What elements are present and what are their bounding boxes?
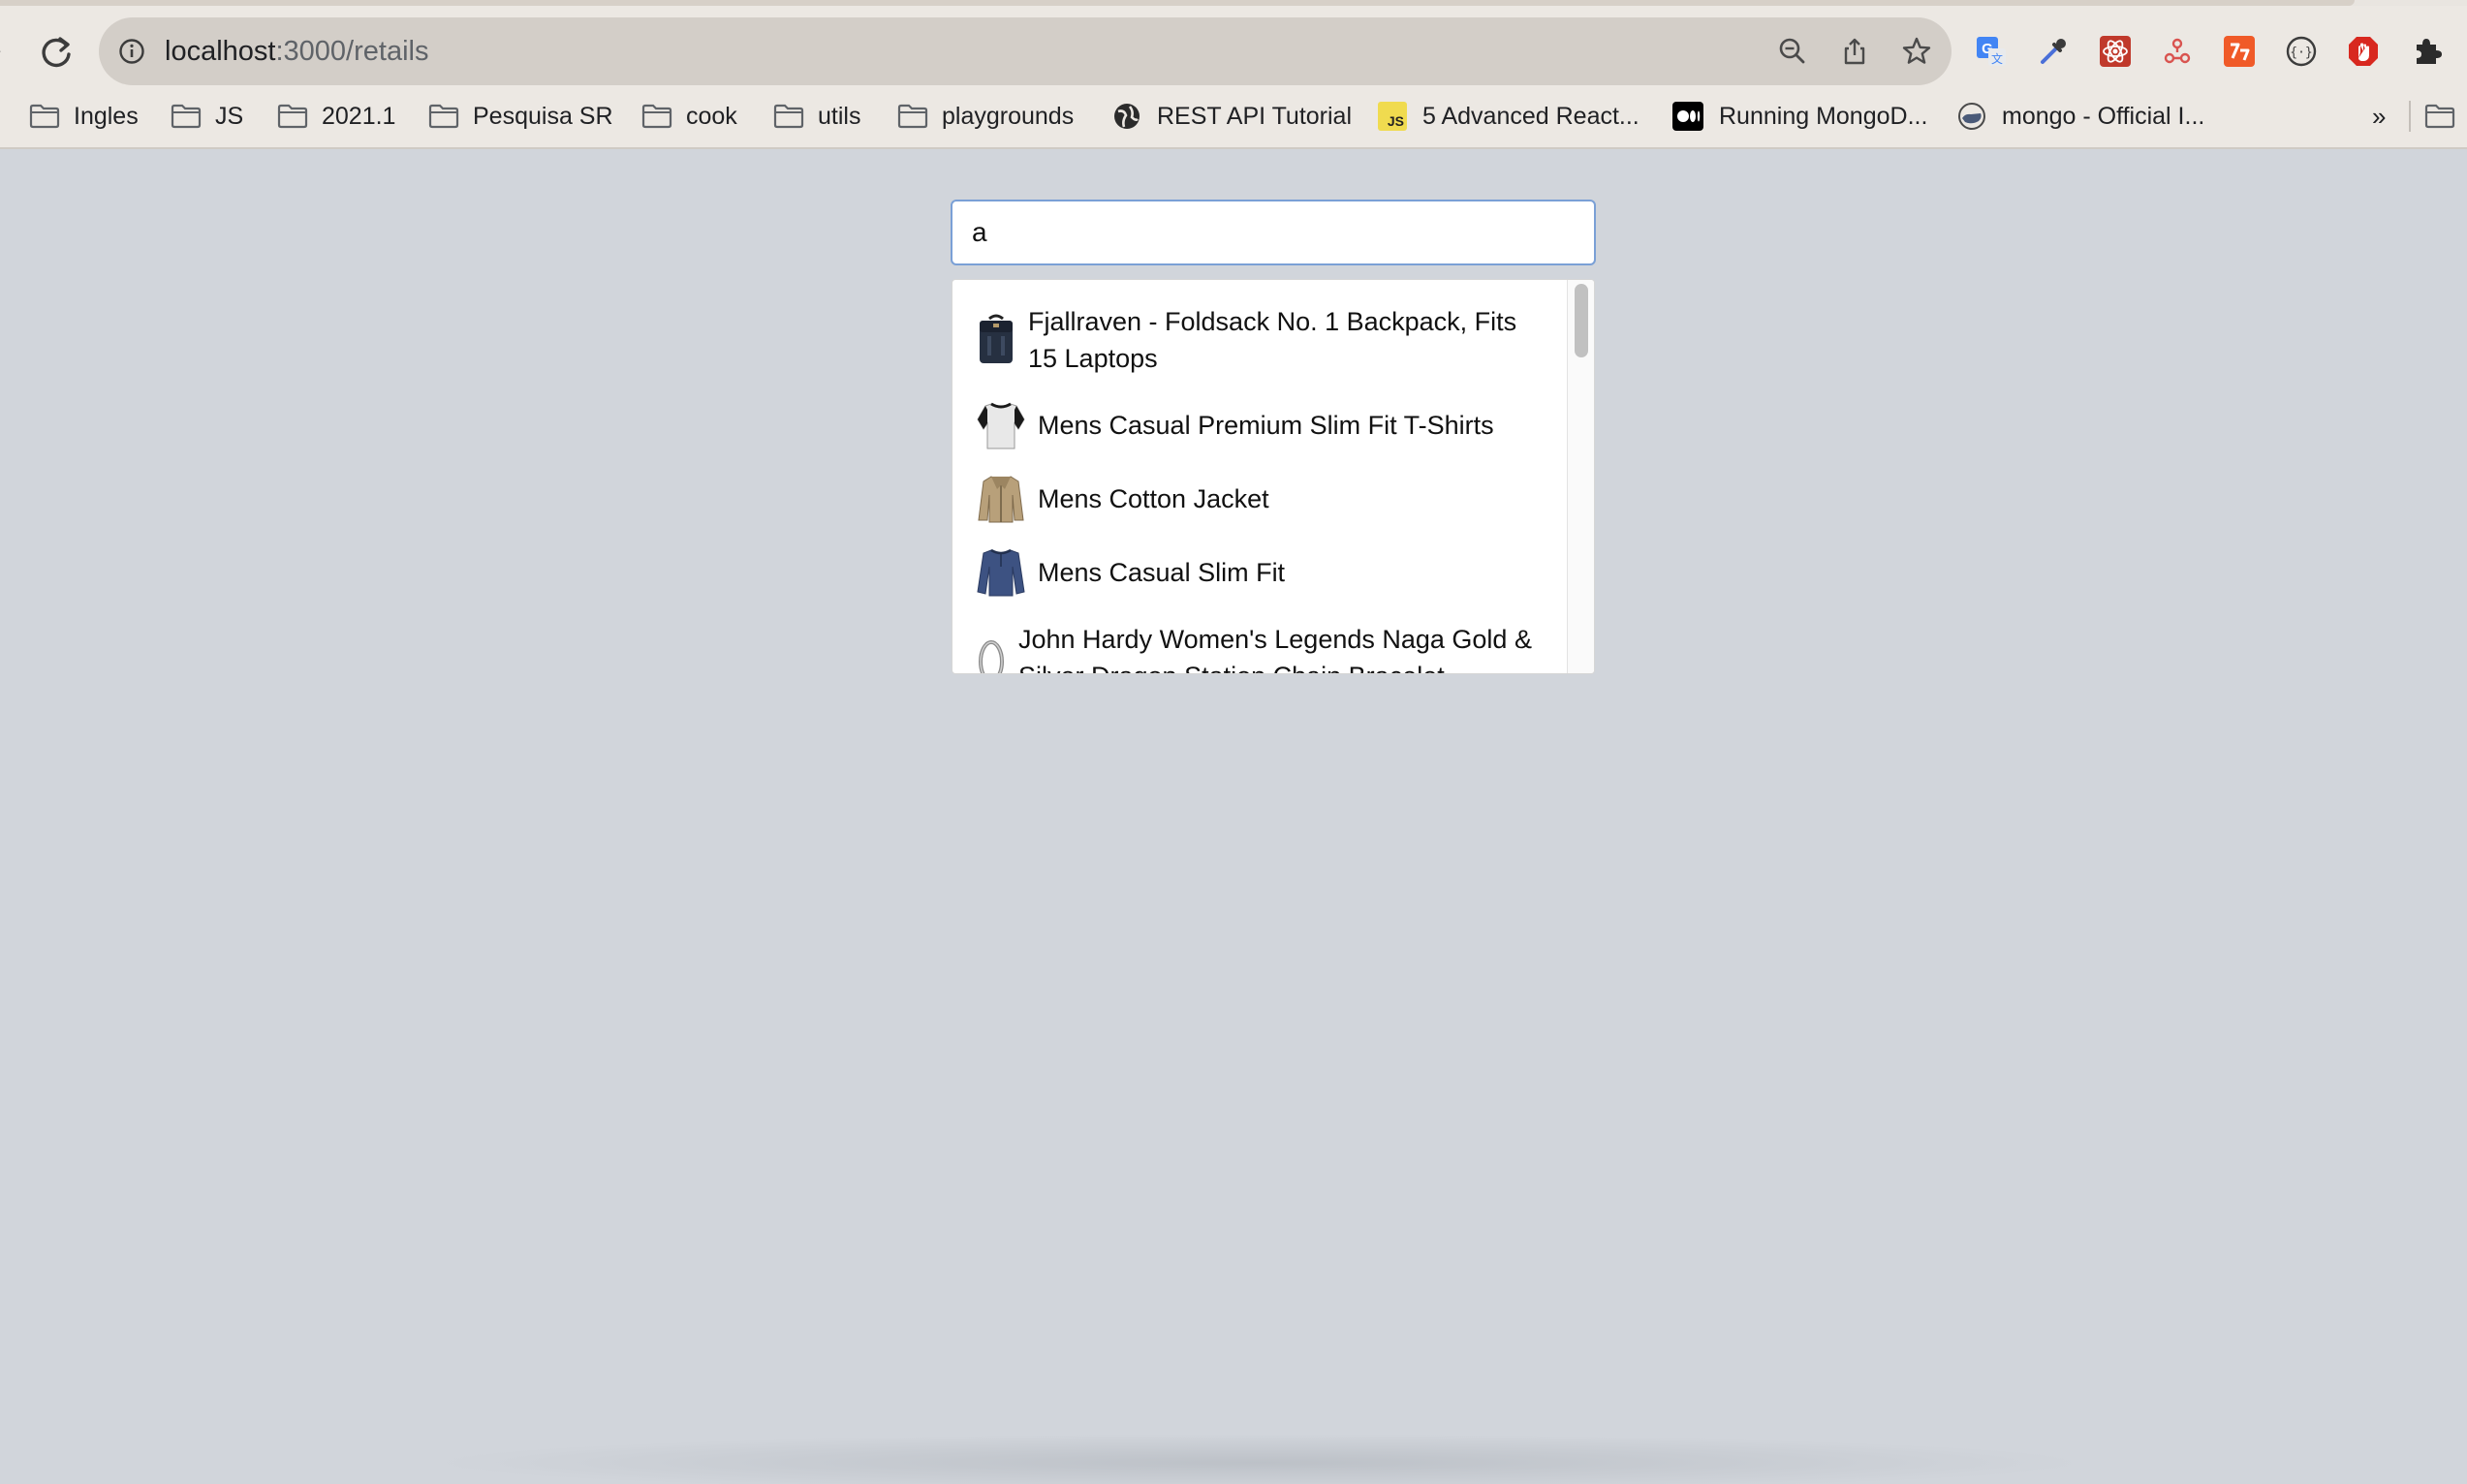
adblock-icon[interactable] xyxy=(2347,35,2380,68)
result-title: Mens Cotton Jacket xyxy=(1038,484,1269,513)
folder-icon xyxy=(897,104,942,129)
zoom-out-icon[interactable] xyxy=(1777,36,1808,67)
result-title: Mens Casual Slim Fit xyxy=(1038,558,1286,587)
url-host: localhost xyxy=(165,36,276,67)
bookmark-mongo-official-i[interactable]: mongo - Official I... xyxy=(1957,97,2204,136)
share-icon[interactable] xyxy=(1839,36,1870,67)
result-item-longsleeve[interactable]: Mens Casual Slim Fit xyxy=(976,547,1557,598)
longsleeve-shirt-icon xyxy=(977,548,1025,597)
result-title: Mens Casual Premium Slim Fit T-Shirts xyxy=(1038,411,1494,440)
react-devtools-icon[interactable] xyxy=(2099,35,2132,68)
folder-icon xyxy=(773,104,818,129)
bookmark-ingles[interactable]: Ingles xyxy=(29,97,139,136)
svg-text:文: 文 xyxy=(1991,51,2003,66)
bookmark-label: Ingles xyxy=(74,102,139,130)
back-arrow-icon[interactable]: › xyxy=(0,40,8,61)
google-translate-icon[interactable]: G 文 xyxy=(1975,35,2008,68)
result-title-line2: 15 Laptops xyxy=(1028,344,1158,373)
svg-text:{·}: {·} xyxy=(2290,46,2312,60)
medium-icon xyxy=(1672,102,1703,131)
bookmark-pesquisa-sr[interactable]: Pesquisa SR xyxy=(428,97,613,136)
scrollbar-thumb[interactable] xyxy=(1575,284,1588,357)
star-icon[interactable] xyxy=(1901,36,1932,67)
bookmark-label: JS xyxy=(215,102,244,130)
folder-icon xyxy=(29,104,74,129)
chevron-right-icon: » xyxy=(2372,101,2387,131)
bookmark-label: mongo - Official I... xyxy=(2002,102,2205,130)
search-input[interactable] xyxy=(951,200,1596,265)
bookmark-utils[interactable]: utils xyxy=(773,97,860,136)
tshirt-icon xyxy=(977,402,1025,449)
bookmark-label: cook xyxy=(686,102,737,130)
bookmark-running-mongod[interactable]: Running MongoD... xyxy=(1672,97,1927,136)
url-text[interactable]: localhost:3000/retails xyxy=(165,35,428,68)
result-item-tshirt[interactable]: Mens Casual Premium Slim Fit T-Shirts xyxy=(976,400,1557,450)
folder-icon xyxy=(277,104,322,129)
bookmark-label: REST API Tutorial xyxy=(1157,102,1353,130)
bookmark-label: 5 Advanced React... xyxy=(1422,102,1639,130)
bookmark-label: 2021.1 xyxy=(322,102,396,130)
extensions-puzzle-icon[interactable] xyxy=(2411,35,2444,68)
result-title-line1: Fjallraven - Foldsack No. 1 Backpack, Fi… xyxy=(1028,307,1517,336)
browser-toolbar: › localhost:3000/retails G 文 xyxy=(0,6,2467,87)
bookmarks-divider xyxy=(2409,101,2411,132)
result-item-bracelet[interactable]: John Hardy Women's Legends Naga Gold & S… xyxy=(976,621,1557,673)
site-info-icon[interactable] xyxy=(118,38,145,65)
jacket-icon xyxy=(978,476,1024,523)
result-title-line2: Silver Dragon Station Chain Bracelet xyxy=(1018,658,1532,673)
search-results-dropdown[interactable]: Fjallraven - Foldsack No. 1 Backpack, Fi… xyxy=(952,279,1595,674)
bookmark-label: Running MongoD... xyxy=(1719,102,1928,130)
bookmark-js[interactable]: JS xyxy=(171,97,243,136)
bookmark-cook[interactable]: cook xyxy=(641,97,737,136)
folder-icon xyxy=(171,104,215,129)
bookmark-5-advanced-react[interactable]: JS 5 Advanced React... xyxy=(1378,97,1639,136)
result-item-backpack[interactable]: Fjallraven - Foldsack No. 1 Backpack, Fi… xyxy=(976,303,1557,377)
backpack-icon xyxy=(980,314,1013,363)
redux-devtools-icon[interactable] xyxy=(2161,35,2194,68)
page-bottom-shadow xyxy=(426,1434,2093,1484)
postman-icon[interactable] xyxy=(2223,35,2256,68)
color-picker-icon[interactable] xyxy=(2037,35,2070,68)
bookmarks-overflow-button[interactable]: » xyxy=(2372,97,2386,136)
bookmark-playgrounds[interactable]: playgrounds xyxy=(897,97,1074,136)
js-icon: JS xyxy=(1378,102,1407,131)
other-bookmarks-folder-icon[interactable] xyxy=(2424,97,2467,136)
folder-icon xyxy=(641,104,686,129)
result-title-line1: John Hardy Women's Legends Naga Gold & xyxy=(1018,625,1532,654)
bookmark-label: Pesquisa SR xyxy=(473,102,613,130)
json-viewer-icon[interactable]: {·} xyxy=(2285,35,2318,68)
bookmark-label: playgrounds xyxy=(942,102,1075,130)
result-item-jacket[interactable]: Mens Cotton Jacket xyxy=(976,474,1557,524)
docker-icon xyxy=(1957,102,2002,131)
url-path: :3000/retails xyxy=(275,36,429,67)
folder-icon xyxy=(428,104,473,129)
dropdown-scrollbar[interactable] xyxy=(1567,280,1594,673)
bookmark-2021-1[interactable]: 2021.1 xyxy=(277,97,395,136)
reload-icon[interactable] xyxy=(37,33,76,72)
bookmark-rest-api-tutorial[interactable]: REST API Tutorial xyxy=(1112,97,1352,136)
bracelet-icon xyxy=(979,640,1004,673)
globe-icon xyxy=(1112,102,1157,131)
address-bar[interactable]: localhost:3000/retails xyxy=(99,17,1952,85)
bookmark-label: utils xyxy=(818,102,861,130)
